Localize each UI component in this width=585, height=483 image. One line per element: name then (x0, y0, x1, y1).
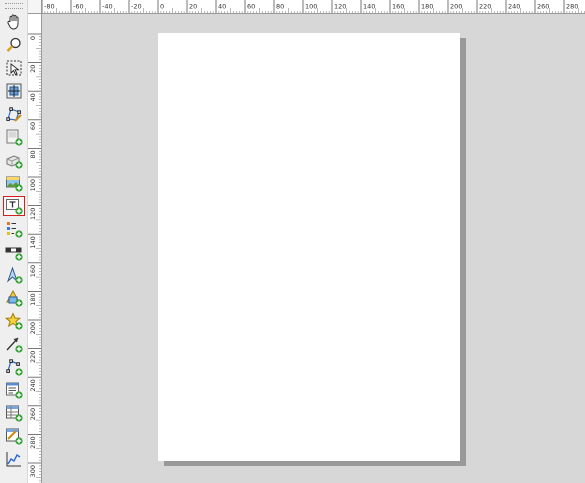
ruler-corner (28, 0, 42, 14)
add-html-icon (6, 382, 23, 399)
add-legend-icon (7, 222, 23, 238)
add-north-arrow-icon (6, 266, 23, 284)
add-shape-tool-button[interactable] (3, 288, 25, 308)
add-map-icon (6, 129, 23, 146)
ruler-tick-label: 60 (29, 122, 37, 130)
add-map-tool-button[interactable] (3, 127, 25, 147)
ruler-tick-label: 200 (450, 3, 462, 11)
add-arrow-tool-button[interactable] (3, 334, 25, 354)
add-attribute-table-icon (6, 405, 23, 422)
edit-nodes-icon (6, 107, 22, 122)
ruler-tick-label: 20 (29, 65, 37, 73)
add-node-item-icon (6, 359, 23, 376)
add-scalebar-tool-button[interactable] (3, 242, 25, 262)
vertical-ruler: 0 20 40 60 80 100 120 140 160 180 200 220 240 260 280 3… (28, 14, 42, 483)
add-fixed-table-tool-button[interactable] (3, 426, 25, 446)
ruler-tick-label: 240 (29, 379, 37, 391)
add-picture-tool-button[interactable] (3, 173, 25, 193)
add-html-tool-button[interactable] (3, 380, 25, 400)
ruler-tick-label: 100 (29, 179, 37, 191)
add-attribute-table-tool-button[interactable] (3, 403, 25, 423)
layout-toolbox (0, 0, 28, 483)
ruler-tick-label: 40 (29, 93, 37, 101)
ruler-tick-label: 0 (29, 36, 37, 40)
ruler-tick-label: 80 (29, 150, 37, 158)
layout-canvas[interactable] (42, 14, 585, 483)
magnifier-icon (6, 37, 21, 52)
add-3d-map-tool-button[interactable] (3, 150, 25, 170)
ruler-tick-label: -60 (73, 3, 84, 11)
ruler-tick-label: 240 (508, 3, 520, 11)
add-node-item-tool-button[interactable] (3, 357, 25, 377)
add-elevation-profile-icon (6, 452, 21, 467)
ruler-tick-label: -40 (102, 3, 113, 11)
move-content-icon (6, 83, 22, 99)
select-arrow-icon (6, 60, 22, 76)
ruler-tick-label: 140 (29, 236, 37, 248)
ruler-tick-label: 60 (247, 3, 255, 11)
edit-nodes-tool-button[interactable] (3, 104, 25, 124)
select-move-tool-button[interactable] (3, 58, 25, 78)
ruler-tick-label: 100 (305, 3, 317, 11)
add-elevation-profile-tool-button[interactable] (3, 449, 25, 469)
ruler-tick-label: 220 (29, 351, 37, 363)
toolbar-grip[interactable] (5, 3, 23, 9)
ruler-tick-label: 160 (392, 3, 404, 11)
add-marker-tool-button[interactable] (3, 311, 25, 331)
ruler-tick-label: -80 (44, 3, 55, 11)
add-label-icon (6, 199, 23, 215)
add-north-arrow-tool-button[interactable] (3, 265, 25, 285)
ruler-tick-label: 120 (334, 3, 346, 11)
horizontal-ruler-scale: -80 -60 -40 -20 0 20 40 60 80 100 120 140 160 180 200 2… (42, 0, 585, 13)
add-marker-icon (5, 312, 23, 330)
pan-tool-button[interactable] (3, 12, 25, 32)
add-fixed-table-icon (6, 428, 23, 445)
ruler-tick-label: 220 (479, 3, 491, 11)
ruler-tick-label: 260 (29, 408, 37, 420)
add-picture-icon (6, 176, 23, 192)
ruler-tick-label: 200 (29, 322, 37, 334)
add-legend-tool-button[interactable] (3, 219, 25, 239)
add-3d-map-icon (6, 155, 23, 169)
ruler-tick-label: 160 (29, 265, 37, 277)
vertical-ruler-scale: 0 20 40 60 80 100 120 140 160 180 200 220 240 260 280 3… (28, 33, 41, 483)
ruler-tick-label: 260 (537, 3, 549, 11)
horizontal-ruler: -80 -60 -40 -20 0 20 40 60 80 100 120 140 160 180 200 2… (42, 0, 585, 14)
ruler-tick-label: 40 (218, 3, 226, 11)
ruler-tick-label: 180 (29, 293, 37, 305)
add-shape-icon (6, 289, 23, 307)
add-scalebar-icon (5, 247, 23, 261)
layout-page[interactable] (158, 33, 460, 461)
hand-icon (7, 14, 19, 30)
add-label-tool-button[interactable] (3, 196, 25, 216)
ruler-tick-label: 0 (160, 3, 164, 11)
ruler-tick-label: -20 (131, 3, 142, 11)
ruler-tick-label: 300 (29, 465, 37, 477)
move-item-content-tool-button[interactable] (3, 81, 25, 101)
ruler-tick-label: 140 (363, 3, 375, 11)
ruler-tick-label: 120 (29, 208, 37, 220)
ruler-tick-label: 180 (421, 3, 433, 11)
add-arrow-icon (6, 337, 23, 353)
ruler-tick-label: 20 (189, 3, 197, 11)
ruler-tick-label: 280 (29, 436, 37, 448)
ruler-tick-label: 80 (276, 3, 284, 11)
ruler-tick-label: 280 (566, 3, 578, 11)
zoom-tool-button[interactable] (3, 35, 25, 55)
